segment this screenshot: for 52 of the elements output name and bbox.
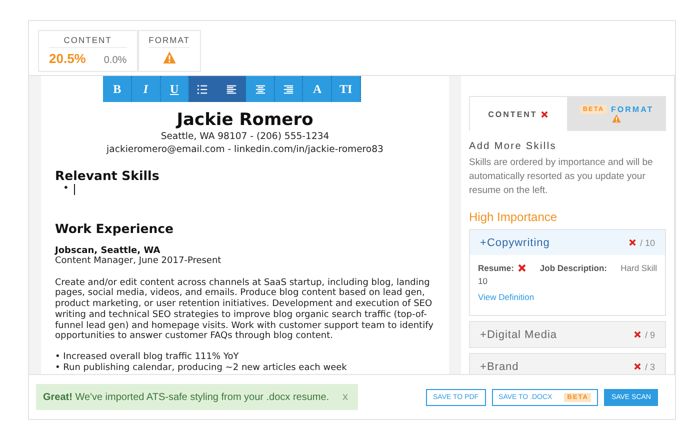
tab-label: CONTENT bbox=[488, 110, 538, 118]
skill-type: Hard Skill bbox=[620, 263, 657, 273]
toast-message: Great! We've imported ATS-safe styling from your .docx resume. bbox=[43, 392, 330, 402]
skill-header[interactable]: +Digital Media / 9 bbox=[470, 322, 665, 347]
toolbar-button[interactable]: A bbox=[303, 76, 332, 102]
toolbar-button[interactable]: TI bbox=[332, 76, 361, 102]
bullet-item: • Increased overall blog traffic 111% YoY bbox=[55, 352, 240, 363]
skill-header[interactable]: +Copywriting / 10 bbox=[470, 230, 665, 255]
score-value: 20.5% bbox=[49, 51, 86, 66]
panel-description: Skills are ordered by importance and will be automatically resorted as you update your resume on the left. bbox=[469, 156, 654, 198]
card-label: FORMAT bbox=[148, 35, 190, 48]
jd-count: 10 bbox=[478, 276, 488, 286]
align-left-icon bbox=[226, 84, 237, 94]
toolbar-button[interactable] bbox=[189, 76, 218, 102]
list-icon bbox=[197, 84, 208, 94]
skill-name: +Brand bbox=[480, 360, 519, 372]
skill-count: / 10 bbox=[640, 238, 655, 248]
resume-name: Jackie Romero bbox=[174, 110, 314, 130]
view-definition-link[interactable]: View Definition bbox=[478, 292, 534, 302]
x-icon bbox=[518, 264, 526, 272]
skill-count: / 9 bbox=[644, 330, 655, 340]
job-role: Content Manager, June 2017-Present bbox=[55, 256, 222, 267]
toolbar-button[interactable]: B bbox=[103, 76, 132, 102]
text-cursor bbox=[74, 184, 75, 195]
toolbar-button[interactable] bbox=[218, 76, 246, 102]
align-center-icon bbox=[254, 84, 266, 94]
close-button[interactable]: x bbox=[342, 391, 348, 403]
score-secondary: 0.0% bbox=[104, 55, 127, 66]
align-right-icon bbox=[283, 84, 294, 94]
toolbar-button[interactable] bbox=[246, 76, 275, 102]
section-heading: Work Experience bbox=[55, 220, 174, 236]
resume-label: Resume: bbox=[478, 263, 514, 273]
toolbar-button[interactable] bbox=[274, 76, 304, 102]
section-heading: Relevant Skills bbox=[55, 168, 160, 183]
contact-line: Seattle, WA 98107 - (206) 555-1234 bbox=[160, 130, 330, 143]
toolbar-button[interactable]: I bbox=[132, 76, 161, 102]
job-description: Create and/or edit content across channels at SaaS startup, including blog, landing pages, social media, videos, and emails. Produce blog content based on lead gen, product marketing, or user retention initiatives. Development and execution of SEO writing and technical SEO strategies to improve blog organic search traffic (top-of-funnel lead gen) and homepage visits. Work with customer support team to identify opportunities to answer customer FAQs through blog content. bbox=[55, 278, 434, 342]
panel-title: Add More Skills bbox=[469, 141, 558, 152]
company: Jobscan, Seattle, WA bbox=[55, 246, 162, 256]
contact-line: jackieromero@email.com - linkedin.com/in/jackie-romero83 bbox=[105, 143, 384, 156]
tab-label: FORMAT bbox=[611, 104, 654, 114]
jd-label: Job Description: bbox=[540, 263, 607, 273]
panel-tab[interactable]: CONTENT bbox=[469, 96, 568, 131]
skill-name: +Copywriting bbox=[480, 236, 550, 248]
skill-header[interactable]: +Brand / 3 bbox=[470, 354, 665, 374]
card-label: CONTENT bbox=[49, 35, 127, 48]
bullet-marker: • bbox=[63, 183, 69, 194]
skill-name: +Digital Media bbox=[480, 328, 558, 340]
skill-count: / 3 bbox=[644, 362, 655, 372]
toolbar-button[interactable]: U bbox=[160, 76, 190, 102]
bullet-item: • Run publishing calendar, producing ~2 new articles each week bbox=[55, 363, 348, 374]
group-heading: High Importance bbox=[469, 210, 558, 224]
